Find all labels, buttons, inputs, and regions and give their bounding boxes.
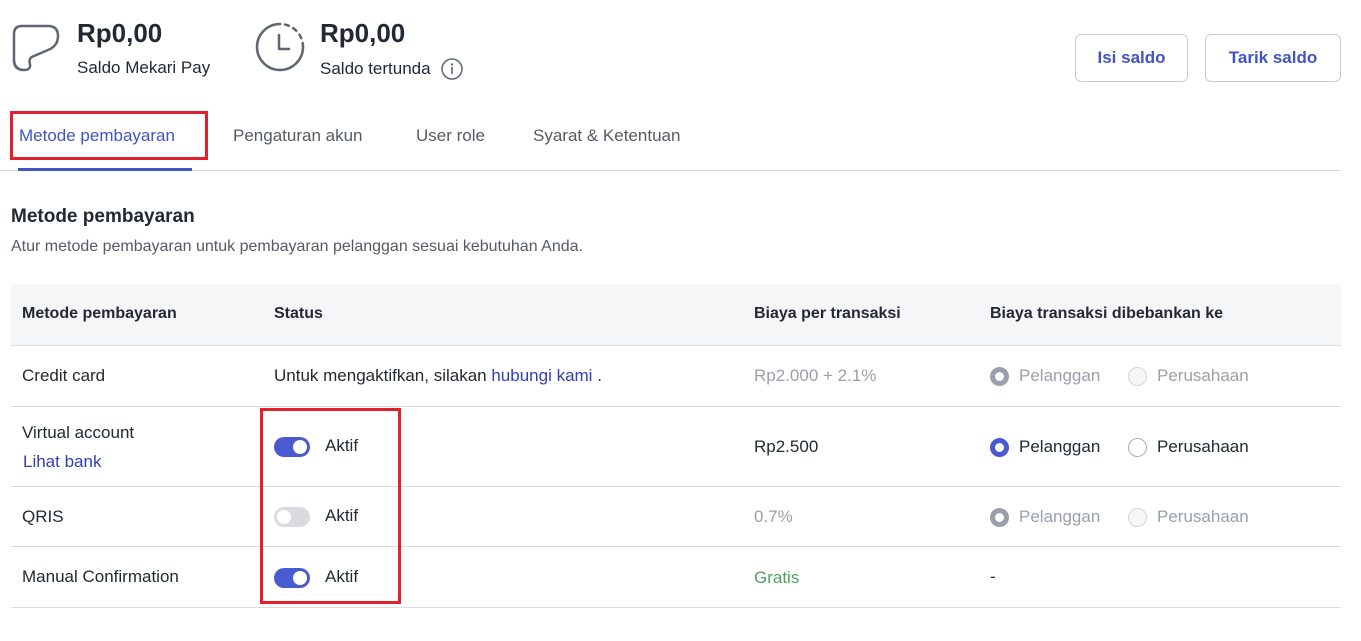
column-header-status: Status [274,305,323,322]
active-tab-indicator [18,168,192,171]
fee-value: Gratis [754,568,800,587]
view-banks-link[interactable]: Lihat bank [23,452,101,472]
charged-to-none: - [990,567,996,586]
radio-label-pelanggan: Pelanggan [1019,507,1101,526]
radio-pelanggan [990,508,1009,527]
radio-perusahaan[interactable] [1128,438,1147,457]
table-row-credit-card: Credit card Untuk mengaktifkan, silakan … [11,346,1341,407]
withdraw-button[interactable]: Tarik saldo [1205,34,1341,82]
wallet-icon [12,24,60,72]
method-name: Virtual account [22,423,135,442]
table-row-virtual-account: Virtual account Lihat bank Aktif Rp2.500… [11,407,1341,487]
radio-label-perusahaan: Perusahaan [1157,507,1249,526]
radio-label-pelanggan: Pelanggan [1019,366,1101,385]
contact-us-link[interactable]: hubungi kami [491,366,592,385]
tab-syarat-ketentuan[interactable]: Syarat & Ketentuan [533,126,680,146]
method-name: Manual Confirmation [22,567,179,586]
radio-label-perusahaan: Perusahaan [1157,366,1249,385]
payment-methods-table: Metode pembayaran Status Biaya per trans… [11,284,1341,608]
section-title: Metode pembayaran [11,206,195,227]
info-icon[interactable] [440,58,463,80]
balance-label: Saldo Mekari Pay [77,58,211,77]
column-header-method: Metode pembayaran [22,305,177,322]
balance-amount: Rp0,00 [77,18,163,48]
balance-mekari-pay: Rp0,00 Saldo Mekari Pay [10,0,210,78]
clock-icon [255,22,305,72]
column-header-charged-to: Biaya transaksi dibebankan ke [990,305,1223,322]
balance-pending: Rp0,00 Saldo tertunda [253,0,463,80]
radio-pelanggan [990,367,1009,386]
table-header: Metode pembayaran Status Biaya per trans… [11,284,1341,346]
radio-label-pelanggan: Pelanggan [1019,437,1101,456]
radio-label-perusahaan: Perusahaan [1157,437,1249,456]
table-row-manual-confirmation: Manual Confirmation Aktif Gratis - [11,547,1341,608]
highlight-box-status [260,408,401,604]
column-header-fee: Biaya per transaksi [754,305,901,322]
radio-perusahaan [1128,367,1147,386]
topup-button[interactable]: Isi saldo [1075,34,1188,82]
radio-pelanggan[interactable] [990,438,1009,457]
tab-pengaturan-akun[interactable]: Pengaturan akun [233,126,363,146]
section-description: Atur metode pembayaran untuk pembayaran … [11,238,583,255]
method-name: Credit card [22,366,106,385]
highlight-box-tab [10,111,208,160]
status-text: Untuk mengaktifkan, silakan hubungi kami… [274,366,602,385]
radio-perusahaan [1128,508,1147,527]
fee-value: 0.7% [754,507,793,526]
balance-amount: Rp0,00 [320,18,406,48]
tab-user-role[interactable]: User role [416,126,485,146]
fee-value: Rp2.000 + 2.1% [754,366,877,385]
table-row-qris: QRIS Aktif 0.7% Pelanggan Perusahaan [11,487,1341,547]
balance-label: Saldo tertunda [320,58,463,80]
method-name: QRIS [22,507,64,526]
fee-value: Rp2.500 [754,437,819,456]
